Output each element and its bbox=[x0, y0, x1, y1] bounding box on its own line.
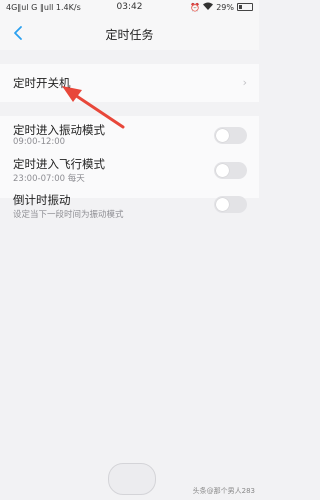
toggle-knob bbox=[216, 164, 229, 177]
navigation-bar: 定时任务 bbox=[0, 16, 259, 50]
bottom-bar: 头条@那个男人283 bbox=[0, 455, 259, 500]
airplane-mode-toggle[interactable] bbox=[214, 162, 247, 179]
page-title: 定时任务 bbox=[105, 28, 154, 42]
watermark: 头条@那个男人283 bbox=[192, 487, 255, 495]
countdown-vibrate-toggle[interactable] bbox=[214, 196, 247, 213]
chevron-right-icon: › bbox=[242, 76, 247, 89]
countdown-vibrate-item: 倒计时振动 设定当下一段时间为振动模式 bbox=[0, 178, 259, 220]
status-right: ⏰ 29% bbox=[190, 2, 253, 12]
vibrate-mode-item: 定时进入振动模式 09:00-12:00 bbox=[0, 116, 259, 147]
toggle-knob bbox=[216, 129, 229, 142]
toggle-knob bbox=[216, 198, 229, 211]
battery-percent: 29% bbox=[216, 2, 234, 12]
alarm-icon: ⏰ bbox=[190, 2, 201, 12]
status-bar: 4G‖ul G ‖ull 1.4K/s 03:42 ⏰ 29% bbox=[0, 0, 259, 16]
power-schedule-item[interactable]: 定时开关机 › bbox=[0, 64, 259, 102]
schedule-toggles-section: 定时进入振动模式 09:00-12:00 定时进入飞行模式 23:00-07:0… bbox=[0, 116, 259, 220]
vibrate-mode-toggle[interactable] bbox=[214, 127, 247, 144]
airplane-mode-item: 定时进入飞行模式 23:00-07:00 每天 bbox=[0, 146, 259, 184]
battery-icon bbox=[237, 3, 253, 11]
countdown-vibrate-subtitle: 设定当下一段时间为振动模式 bbox=[13, 210, 124, 220]
wifi-icon bbox=[203, 2, 214, 12]
power-schedule-label: 定时开关机 bbox=[13, 76, 71, 90]
home-button[interactable] bbox=[108, 463, 156, 495]
vibrate-mode-label: 定时进入振动模式 bbox=[13, 123, 105, 137]
airplane-mode-label: 定时进入飞行模式 bbox=[13, 157, 105, 171]
countdown-vibrate-label: 倒计时振动 bbox=[13, 193, 71, 207]
power-schedule-section: 定时开关机 › bbox=[0, 64, 259, 102]
